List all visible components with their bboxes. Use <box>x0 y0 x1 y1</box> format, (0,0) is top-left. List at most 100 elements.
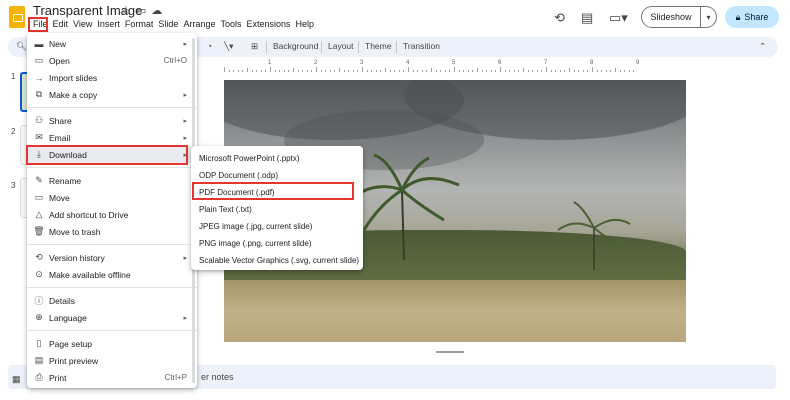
history-icon[interactable]: ⟲ <box>554 10 565 26</box>
ruler-tick <box>541 70 543 72</box>
notes-resize-handle[interactable] <box>436 351 464 353</box>
menu-help[interactable]: Help <box>296 19 315 33</box>
history-icon: ⟲ <box>35 252 43 262</box>
menu-edit[interactable]: Edit <box>53 19 69 33</box>
menu-extensions[interactable]: Extensions <box>246 19 290 33</box>
info-icon: ⓘ <box>34 296 44 306</box>
print-icon: ⎙ <box>35 372 43 382</box>
ruler-tick <box>339 68 340 72</box>
menu-item-move[interactable]: ▭ Move <box>27 189 197 206</box>
download-svg[interactable]: Scalable Vector Graphics (.svg, current … <box>191 252 363 268</box>
slide-number: 3 <box>11 181 16 190</box>
download-png[interactable]: PNG image (.png, current slide) <box>191 235 363 251</box>
menu-item-print-preview[interactable]: ▤ Print preview <box>27 352 197 369</box>
slideshow-button[interactable]: Slideshow <box>641 6 701 28</box>
menu-item-print[interactable]: ⎙ Print Ctrl+P <box>27 369 197 386</box>
menu-item-make-available-offline[interactable]: ⊙ Make available offline <box>27 266 197 283</box>
ruler-tick <box>233 70 235 72</box>
ruler-tick <box>559 70 561 72</box>
ruler-number: 5 <box>452 60 456 66</box>
ruler-tick <box>366 70 368 72</box>
ruler-tick <box>546 67 547 72</box>
star-icon[interactable]: ☆ <box>121 5 136 17</box>
ruler-tick <box>302 70 304 72</box>
submenu-arrow-icon: ▸ <box>183 40 187 48</box>
ruler-tick <box>426 70 428 72</box>
collapse-toolbar-icon[interactable]: ⌃ <box>759 41 766 52</box>
ruler-tick <box>394 70 396 72</box>
ruler-number: 3 <box>360 60 364 66</box>
download-jpg[interactable]: JPEG image (.jpg, current slide) <box>191 218 363 234</box>
menu-item-import-slides[interactable]: → Import slides <box>27 69 197 86</box>
transition-button[interactable]: Transition <box>403 41 440 51</box>
menu-divider <box>27 107 197 108</box>
background-button[interactable]: Background <box>273 41 318 51</box>
ruler-number: 2 <box>314 60 318 66</box>
slide-number: 1 <box>11 72 16 81</box>
share-button[interactable]: 🔒︎ Share <box>725 6 779 28</box>
menu-slide[interactable]: Slide <box>158 19 178 33</box>
slides-logo-icon[interactable] <box>9 6 25 28</box>
menu-item-email[interactable]: ✉ Email ▸ <box>27 129 197 146</box>
ruler-tick <box>375 70 377 72</box>
trash-icon: 🗑︎ <box>33 226 45 236</box>
grid-view-icon[interactable]: ▦ <box>12 374 21 385</box>
toolbar-divider <box>266 41 267 53</box>
ruler-tick <box>472 70 474 72</box>
ruler-tick <box>256 70 258 72</box>
menu-item-rename[interactable]: ✎ Rename <box>27 172 197 189</box>
ruler-tick <box>311 70 313 72</box>
menu-item-version-history[interactable]: ⟲ Version history ▸ <box>27 249 197 266</box>
menu-item-details[interactable]: ⓘ Details <box>27 292 197 309</box>
ruler-tick <box>444 70 446 72</box>
layout-button[interactable]: Layout <box>328 41 354 51</box>
download-txt[interactable]: Plain Text (.txt) <box>191 201 363 217</box>
ruler-tick <box>283 70 285 72</box>
ruler-tick <box>578 70 580 72</box>
ruler-tick <box>398 70 400 72</box>
folder-open-icon: ▭ <box>34 55 44 65</box>
menu-view[interactable]: View <box>73 19 92 33</box>
ruler-tick <box>509 70 511 72</box>
ruler-tick <box>320 70 322 72</box>
menu-divider <box>27 244 197 245</box>
download-pptx[interactable]: Microsoft PowerPoint (.pptx) <box>191 150 363 166</box>
menu-item-add-shortcut[interactable]: △ Add shortcut to Drive <box>27 206 197 223</box>
import-icon: → <box>34 72 44 83</box>
ruler-number: 1 <box>268 60 272 66</box>
folder-icon[interactable]: ▭ <box>136 5 151 17</box>
menu-arrange[interactable]: Arrange <box>183 19 215 33</box>
menu-item-language[interactable]: ⊕ Language ▸ <box>27 309 197 326</box>
add-comment-icon[interactable]: ⊞ <box>251 41 258 52</box>
menu-item-open[interactable]: ▭ Open Ctrl+O <box>27 52 197 69</box>
ruler-tick <box>633 70 635 72</box>
line-icon[interactable]: ╲▾ <box>224 41 233 52</box>
slideshow-dropdown-icon[interactable]: ▾ <box>701 6 717 28</box>
globe-icon: ⊕ <box>35 312 43 322</box>
menu-item-page-setup[interactable]: ▯ Page setup <box>27 335 197 352</box>
meet-icon[interactable]: ▭▾ <box>609 10 628 26</box>
menu-item-share[interactable]: ⚇ Share ▸ <box>27 112 197 129</box>
ruler-tick <box>536 70 538 72</box>
ruler-tick <box>362 67 363 72</box>
menu-insert[interactable]: Insert <box>97 19 120 33</box>
ruler-tick <box>615 68 616 72</box>
comment-icon[interactable]: ▤ <box>581 10 593 26</box>
menu-bar: File Edit View Insert Format Slide Arran… <box>33 19 319 33</box>
shape-icon[interactable]: ◔ <box>207 41 212 51</box>
ruler-tick <box>288 70 290 72</box>
menu-item-make-a-copy[interactable]: ⧉ Make a copy ▸ <box>27 86 197 103</box>
ruler-tick <box>412 70 414 72</box>
theme-button[interactable]: Theme <box>365 41 391 51</box>
ruler-tick <box>421 70 423 72</box>
download-highlight <box>26 145 188 165</box>
menu-format[interactable]: Format <box>125 19 154 33</box>
ruler-tick <box>325 70 327 72</box>
menu-item-new[interactable]: ▬ New ▸ <box>27 35 197 52</box>
download-odp[interactable]: ODP Document (.odp) <box>191 167 363 183</box>
ruler-tick <box>247 68 248 72</box>
search-icon[interactable]: 🔍︎ <box>16 41 27 52</box>
menu-item-move-to-trash[interactable]: 🗑︎ Move to trash <box>27 223 197 240</box>
ruler-tick <box>481 70 483 72</box>
menu-tools[interactable]: Tools <box>220 19 241 33</box>
